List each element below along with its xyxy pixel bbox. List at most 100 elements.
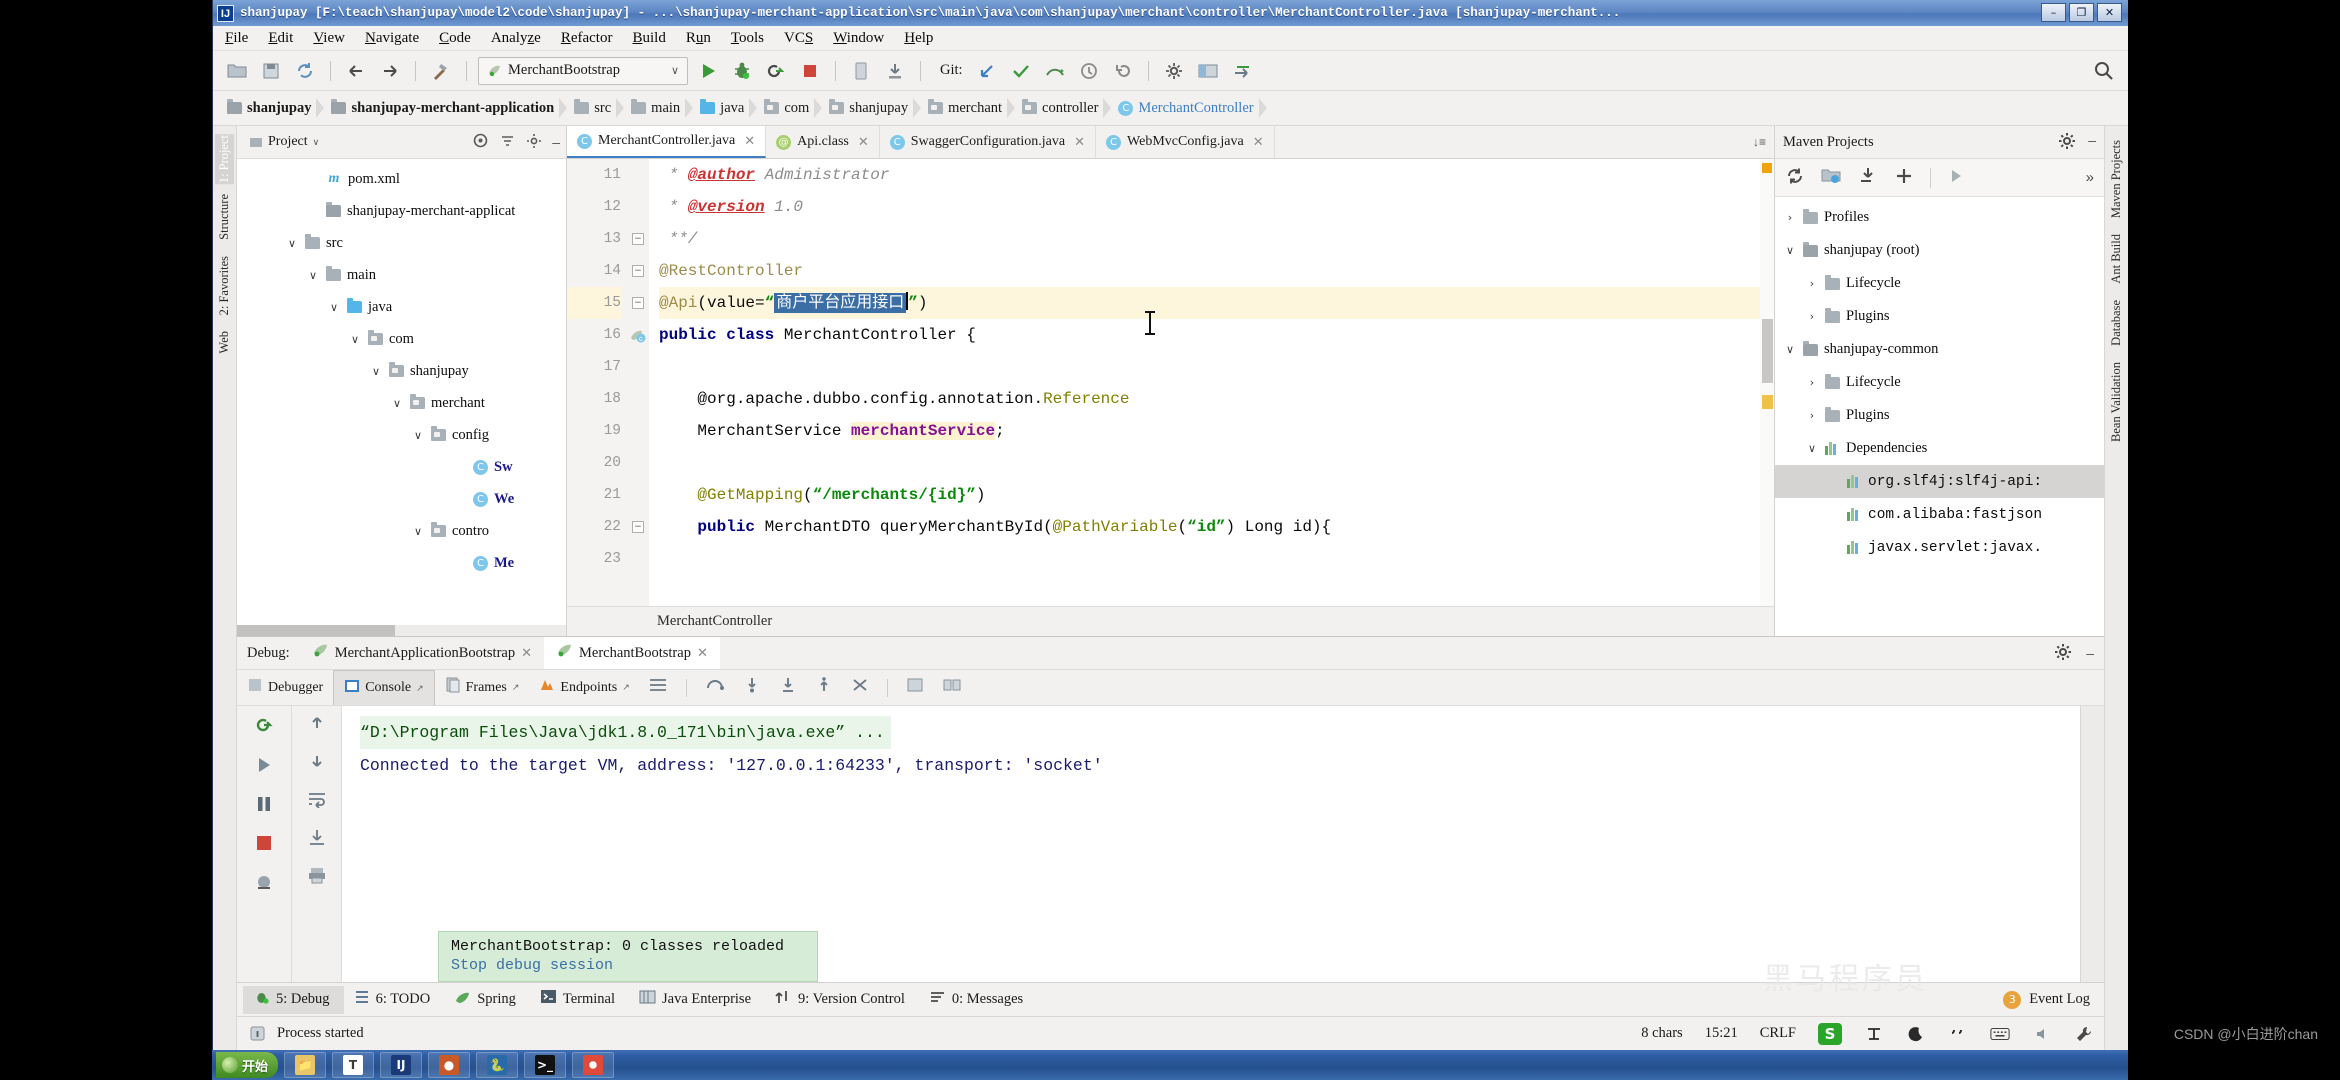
menu-item-help[interactable]: Help [904, 30, 933, 47]
project-tab[interactable]: Project ∨ [243, 132, 325, 152]
rerun-icon[interactable] [762, 57, 790, 85]
code-line[interactable] [659, 447, 1774, 479]
strip-tab-database[interactable]: Database [2107, 294, 2126, 352]
run-button[interactable] [694, 57, 722, 85]
ime-moon-icon[interactable] [1906, 1024, 1926, 1044]
breadcrumb-item-shanjupay[interactable]: shanjupay [219, 95, 325, 121]
sync-project-icon[interactable] [1228, 57, 1256, 85]
step-into-icon[interactable] [743, 677, 761, 698]
run-icon[interactable] [1947, 167, 1965, 189]
back-arrow-icon[interactable] [342, 57, 370, 85]
project-tree-row[interactable]: m pom.xml [237, 163, 566, 195]
project-tree-row[interactable]: ∨ shanjupay [237, 355, 566, 387]
strip-tab-bean-validation[interactable]: Bean Validation [2107, 356, 2126, 448]
code-fold-toggle[interactable]: − [632, 265, 644, 277]
code-line[interactable]: @GetMapping(“/merchants/{id}”) [659, 479, 1774, 511]
chevron-icon[interactable]: › [1805, 376, 1819, 389]
code-line[interactable]: * @author Administrator [659, 159, 1774, 191]
breadcrumb-item-controller[interactable]: controller [1014, 95, 1112, 121]
project-tree-row[interactable]: C Sw [237, 451, 566, 483]
forward-arrow-icon[interactable] [376, 57, 404, 85]
print-icon[interactable] [307, 866, 327, 888]
menu-item-tools[interactable]: Tools [731, 30, 764, 47]
stop-icon[interactable] [254, 833, 274, 858]
pause-icon[interactable] [254, 794, 274, 819]
fold-column[interactable]: − − − c − [627, 159, 649, 606]
menu-item-code[interactable]: Code [439, 30, 471, 47]
step-over-icon[interactable] [705, 677, 725, 698]
line-separator[interactable]: CRLF [1760, 1025, 1796, 1042]
start-button[interactable]: 开始 [216, 1052, 279, 1078]
breadcrumb-item-shanjupay-merchant-application[interactable]: shanjupay-merchant-application [323, 95, 568, 121]
strip-tab-favorites[interactable]: 2: Favorites [215, 250, 234, 321]
git-update-icon[interactable] [973, 57, 1001, 85]
tool-window-terminal[interactable]: Terminal [530, 986, 629, 1014]
force-step-into-icon[interactable] [779, 677, 797, 698]
settings-icon[interactable] [1160, 57, 1188, 85]
stop-button[interactable] [796, 57, 824, 85]
maven-tree-row[interactable]: ∨ shanjupay-common [1775, 333, 2104, 366]
mute-breakpoints-icon[interactable] [942, 677, 962, 698]
menu-item-analyze[interactable]: Analyze [491, 30, 541, 47]
maven-tree[interactable]: › Profiles ∨ shanjupay (root) › Lifecycle › Plu… [1775, 197, 2104, 636]
strip-tab-web[interactable]: Web [215, 325, 234, 360]
breadcrumb-item-java[interactable]: java [692, 95, 758, 121]
settings-icon[interactable] [2058, 132, 2076, 153]
chevron-icon[interactable]: ∨ [1783, 343, 1797, 356]
breadcrumb-item-merchantcontroller[interactable]: C MerchantController [1110, 95, 1267, 121]
more-icon[interactable]: » [2086, 169, 2094, 186]
chevron-down-icon[interactable]: ∨ [348, 333, 362, 346]
close-icon[interactable]: ✕ [521, 645, 532, 661]
close-icon[interactable]: ✕ [744, 134, 755, 149]
restore-button[interactable]: ❐ [2069, 3, 2094, 22]
close-icon[interactable]: ✕ [1074, 135, 1085, 150]
close-icon[interactable]: ✕ [858, 135, 869, 150]
breadcrumb-item-shanjupay[interactable]: shanjupay [821, 95, 921, 121]
settings-icon[interactable] [526, 133, 542, 152]
maven-tree-row[interactable]: › Lifecycle [1775, 366, 2104, 399]
event-log-button[interactable]: Event Log [2029, 991, 2090, 1008]
minimize-icon[interactable]: – [552, 134, 560, 150]
strip-tab-structure[interactable]: Structure [215, 188, 234, 246]
maven-tree-row[interactable]: › Plugins [1775, 300, 2104, 333]
ime-punctuation-icon[interactable] [1948, 1024, 1968, 1044]
taskbar-item-chrome[interactable] [572, 1052, 615, 1078]
tool-window-6-todo[interactable]: 6: TODO [344, 986, 445, 1014]
debug-tab-endpoints[interactable]: Endpoints ↗ [529, 670, 639, 705]
rerun-icon[interactable] [253, 714, 275, 741]
debug-tab-frames[interactable]: Frames ↗ [435, 670, 530, 705]
maven-tree-row[interactable]: ∨ Dependencies [1775, 432, 2104, 465]
code-area[interactable]: * @author Administrator * @version 1.0 *… [649, 159, 1774, 606]
pin-icon[interactable]: ↗ [416, 683, 424, 694]
target-icon[interactable] [472, 132, 489, 152]
drop-frame-icon[interactable] [851, 677, 869, 698]
download-icon[interactable] [881, 57, 909, 85]
chevron-icon[interactable]: ∨ [1783, 244, 1797, 257]
breadcrumb-item-src[interactable]: src [566, 95, 625, 121]
strip-tab-project[interactable]: 1: Project [215, 134, 234, 185]
scroll-to-end-icon[interactable] [307, 828, 327, 850]
maven-tree-row[interactable]: › Lifecycle [1775, 267, 2104, 300]
code-line[interactable] [659, 543, 1774, 575]
tool-window-9-version-control[interactable]: 9: Version Control [765, 986, 919, 1014]
code-line[interactable]: MerchantService merchantService; [659, 415, 1774, 447]
build-hammer-icon[interactable] [427, 57, 455, 85]
chevron-down-icon[interactable]: ∨ [285, 237, 299, 250]
revert-icon[interactable] [1109, 57, 1137, 85]
maven-tree-row[interactable]: javax.servlet:javax. [1775, 531, 2104, 564]
folder-open-icon[interactable] [223, 57, 251, 85]
code-line[interactable] [659, 351, 1774, 383]
breadcrumb-item-merchant[interactable]: merchant [920, 95, 1015, 121]
tool-window-java-enterprise[interactable]: Java Enterprise [629, 986, 765, 1014]
minimize-button[interactable]: – [2041, 3, 2066, 22]
chevron-down-icon[interactable]: ∨ [369, 365, 383, 378]
collapse-all-icon[interactable] [499, 132, 516, 152]
chevron-down-icon[interactable]: ∨ [671, 64, 679, 77]
chevron-down-icon[interactable]: ∨ [306, 269, 320, 282]
maven-tree-row[interactable]: › Plugins [1775, 399, 2104, 432]
sync-icon[interactable] [291, 57, 319, 85]
save-all-icon[interactable] [257, 57, 285, 85]
resume-icon[interactable] [254, 755, 274, 780]
menu-item-build[interactable]: Build [632, 30, 665, 47]
project-tree-row[interactable]: C Me [237, 547, 566, 579]
